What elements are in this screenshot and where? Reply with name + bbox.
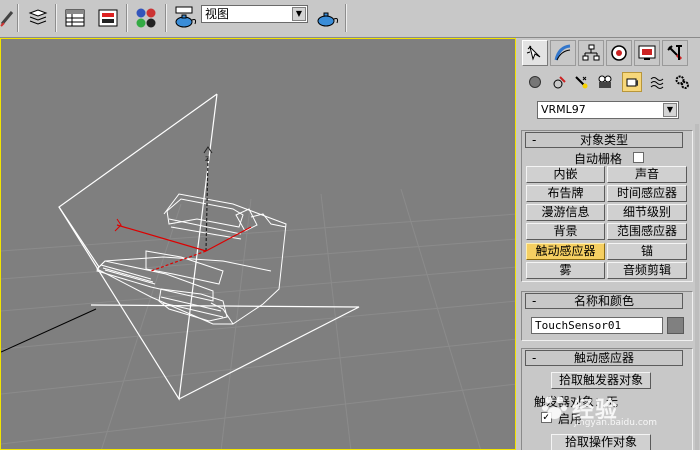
track-view-icon[interactable] [63, 6, 87, 30]
motion-tab[interactable] [606, 40, 632, 66]
touch-sensor-wireframe[interactable] [58, 93, 360, 401]
anchor-button[interactable]: 锚 [607, 243, 687, 260]
utilities-tab[interactable] [662, 40, 688, 66]
auto-grid-checkbox[interactable] [633, 152, 644, 163]
panel-scrollbar[interactable] [695, 124, 699, 450]
paw-logo-icon [542, 396, 567, 419]
auto-grid-label: 自动栅格 [574, 152, 623, 166]
hierarchy-tab[interactable] [578, 40, 604, 66]
audio-clip-button[interactable]: 音频剪辑 [607, 262, 687, 279]
pick-trigger-object-button[interactable]: 拾取触发器对象 [551, 372, 651, 389]
touch-sensor-button[interactable]: 触动感应器 [526, 243, 605, 260]
proximity-sensor-button[interactable]: 范围感应器 [607, 223, 687, 240]
object-color-swatch[interactable] [667, 317, 684, 334]
object-type-title: 对象类型 [579, 133, 628, 147]
gizmo-z-label: z [205, 154, 209, 163]
modify-tab[interactable] [550, 40, 576, 66]
chevron-down-icon[interactable]: ▼ [663, 103, 677, 117]
collapse-icon: - [532, 133, 537, 147]
create-tab[interactable] [522, 40, 548, 66]
space-warps-icon[interactable] [647, 72, 667, 92]
collapse-icon: - [532, 294, 537, 308]
ground-grid [1, 188, 515, 449]
main-toolbar: 视图 ▼ [0, 0, 700, 38]
name-color-title: 名称和颜色 [573, 294, 634, 308]
category-dropdown[interactable]: VRML97 ▼ [537, 101, 679, 119]
toolbar-separator [126, 4, 128, 32]
toolbar-separator [345, 4, 347, 32]
baidu-jingyan-watermark: 经验 jingyan.baidu.com [540, 388, 690, 428]
cameras-icon[interactable] [595, 72, 615, 92]
lod-button[interactable]: 细节级别 [607, 204, 687, 221]
touch-sensor-header[interactable]: - 触动感应器 [525, 350, 683, 366]
helpers-icon[interactable] [622, 72, 642, 92]
chevron-down-icon[interactable]: ▼ [292, 7, 306, 21]
name-color-header[interactable]: - 名称和颜色 [525, 293, 683, 309]
shapes-icon[interactable] [549, 72, 569, 92]
grid-axis-line [1, 308, 97, 353]
render-scene-icon[interactable] [172, 6, 198, 30]
schematic-view-icon[interactable] [96, 6, 120, 30]
navinfo-button[interactable]: 漫游信息 [526, 204, 605, 221]
toolbar-separator [55, 4, 57, 32]
collapse-icon: - [532, 351, 537, 365]
link-icon[interactable] [0, 6, 14, 30]
fog-button[interactable]: 雾 [526, 262, 605, 279]
perspective-viewport[interactable]: z [0, 38, 516, 450]
systems-icon[interactable] [672, 72, 692, 92]
billboard-button[interactable]: 布告牌 [526, 185, 605, 202]
toolbar-separator [165, 4, 167, 32]
toolbar-separator [17, 4, 19, 32]
view-dropdown-value: 视图 [205, 7, 230, 21]
material-editor-icon[interactable] [134, 6, 158, 30]
viewport-scene: z [1, 93, 515, 449]
sound-button[interactable]: 声音 [607, 166, 687, 183]
inline-button[interactable]: 内嵌 [526, 166, 605, 183]
view-dropdown[interactable]: 视图 ▼ [201, 5, 308, 23]
pick-action-object-button[interactable]: 拾取操作对象 [551, 434, 651, 450]
background-button[interactable]: 背景 [526, 223, 605, 240]
watermark-url: jingyan.baidu.com [574, 418, 658, 428]
time-sensor-button[interactable]: 时间感应器 [607, 185, 687, 202]
geometry-icon[interactable] [525, 72, 545, 92]
category-dropdown-value: VRML97 [541, 103, 586, 116]
display-tab[interactable] [634, 40, 660, 66]
touch-sensor-title: 触动感应器 [573, 351, 634, 365]
layers-icon[interactable] [26, 6, 50, 30]
quick-render-icon[interactable] [314, 6, 340, 30]
lights-icon[interactable] [571, 72, 591, 92]
object-type-header[interactable]: - 对象类型 [525, 132, 683, 148]
object-name-input[interactable]: TouchSensor01 [531, 317, 663, 334]
